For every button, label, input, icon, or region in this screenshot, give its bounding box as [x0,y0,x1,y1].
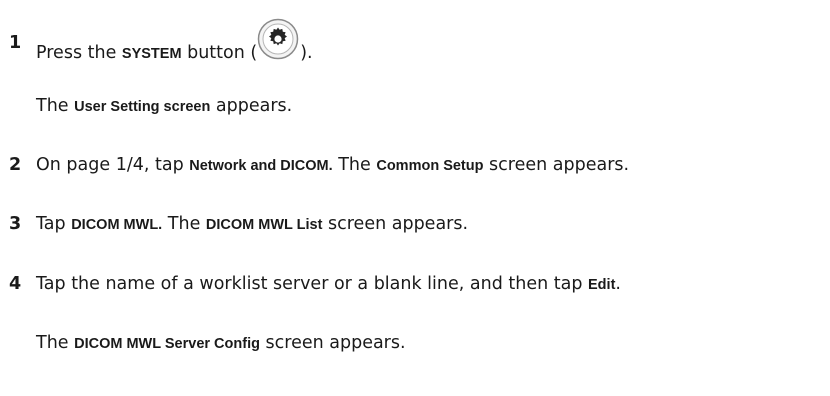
ui-term-dicom-mwl: DICOM MWL. [71,217,163,233]
step-text: Press the SYSTEM button ( ). [36,18,313,74]
ui-term-dicom-mwl-server-config: DICOM MWL Server Config [74,336,260,352]
gear-icon [257,18,299,60]
ui-term-user-setting: User Setting screen [74,99,211,115]
ui-term-edit: Edit [588,277,616,293]
result-text: The User Setting screen appears. [36,96,293,116]
step-text: Tap the name of a worklist server or a b… [36,274,621,294]
step-text: Tap DICOM MWL. The DICOM MWL List screen… [36,214,469,234]
step-number: 2 [9,155,22,175]
step-number: 3 [9,214,22,234]
step-text: On page 1/4, tap Network and DICOM. The … [36,155,630,175]
ui-term-common-setup: Common Setup [376,158,484,174]
step-number: 4 [9,274,22,294]
ui-term-dicom-mwl-list: DICOM MWL List [205,217,323,233]
step-number: 1 [9,33,22,53]
result-text: The DICOM MWL Server Config screen appea… [36,333,406,353]
ui-term-network-dicom: Network and DICOM. [189,158,333,174]
ui-term-system: SYSTEM [121,46,182,62]
